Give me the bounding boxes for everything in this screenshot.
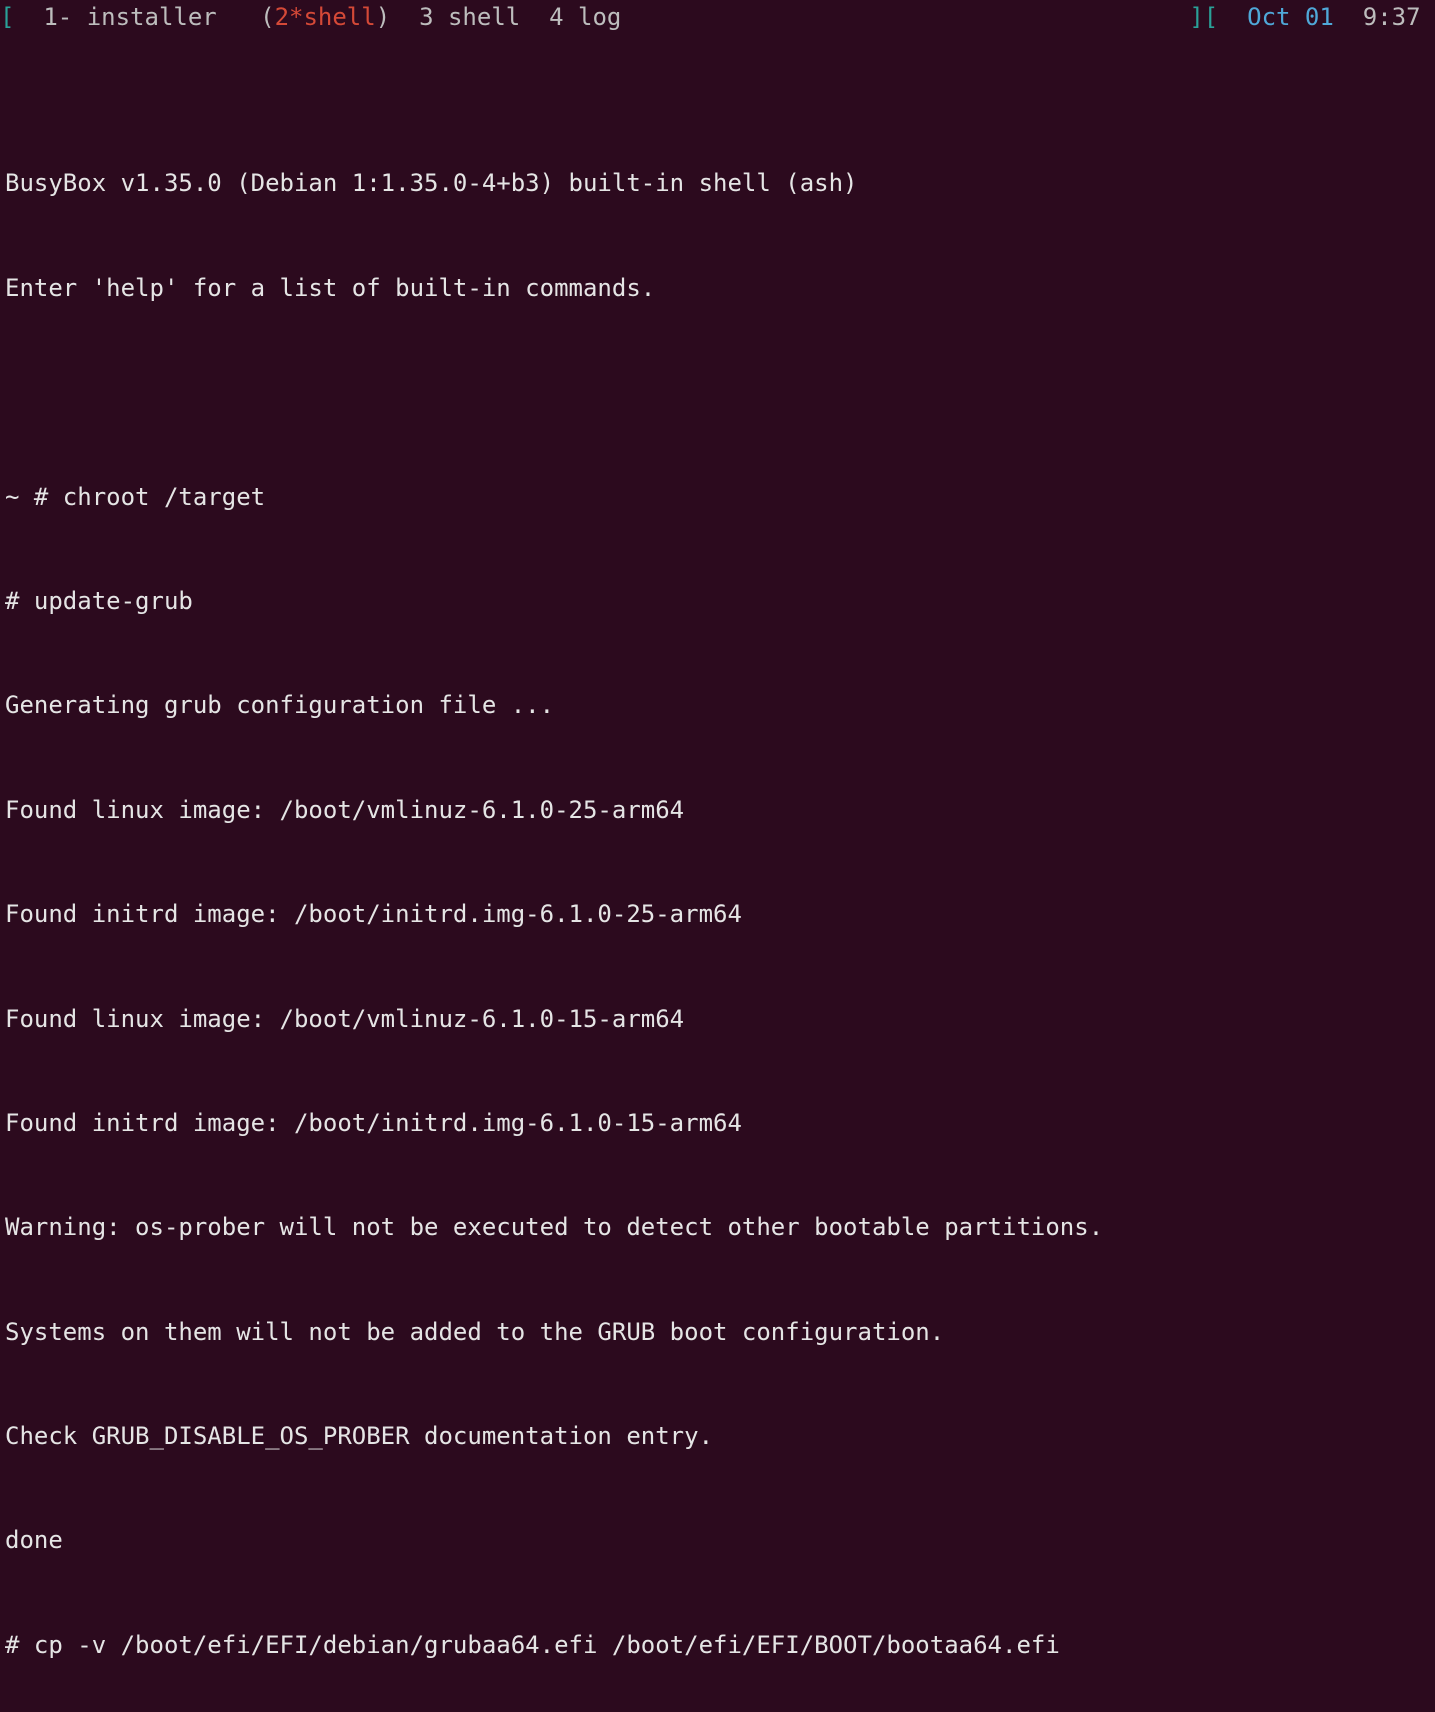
terminal-line: Found initrd image: /boot/initrd.img-6.1… <box>5 897 1430 932</box>
tab-shell-active-open: ( <box>231 0 274 35</box>
terminal-line <box>5 375 1430 410</box>
terminal-line: Enter 'help' for a list of built-in comm… <box>5 271 1430 306</box>
terminal-line: BusyBox v1.35.0 (Debian 1:1.35.0-4+b3) b… <box>5 166 1430 201</box>
terminal-line: Generating grub configuration file ... <box>5 688 1430 723</box>
terminal-line: Check GRUB_DISABLE_OS_PROBER documentati… <box>5 1419 1430 1454</box>
terminal-line: Found initrd image: /boot/initrd.img-6.1… <box>5 1106 1430 1141</box>
tab-log[interactable]: 4 log <box>535 0 622 35</box>
bracket-open: [ <box>0 0 29 35</box>
terminal-line: ~ # chroot /target <box>5 480 1430 515</box>
tab-installer[interactable]: 1- installer <box>29 0 231 35</box>
bracket-right: ][ <box>1189 0 1232 35</box>
tab-shell-active-close: ) <box>376 0 390 35</box>
tab-shell[interactable]: 3 shell <box>390 0 535 35</box>
terminal-output[interactable]: BusyBox v1.35.0 (Debian 1:1.35.0-4+b3) b… <box>0 97 1435 1712</box>
terminal-line: Found linux image: /boot/vmlinuz-6.1.0-2… <box>5 793 1430 828</box>
terminal-line: Systems on them will not be added to the… <box>5 1315 1430 1350</box>
terminal-line: Found linux image: /boot/vmlinuz-6.1.0-1… <box>5 1002 1430 1037</box>
status-bar: [ 1- installer ( 2*shell ) 3 shell 4 log… <box>0 0 1435 35</box>
status-bar-clock: ][ Oct 01 9:37 <box>1189 0 1435 35</box>
status-date: Oct 01 <box>1233 0 1334 35</box>
terminal-line: Warning: os-prober will not be executed … <box>5 1210 1430 1245</box>
status-time: 9:37 <box>1334 0 1435 35</box>
status-bar-tabs: [ 1- installer ( 2*shell ) 3 shell 4 log <box>0 0 621 35</box>
terminal-line: # cp -v /boot/efi/EFI/debian/grubaa64.ef… <box>5 1628 1430 1663</box>
terminal-line: done <box>5 1523 1430 1558</box>
terminal-line: # update-grub <box>5 584 1430 619</box>
tab-shell-active[interactable]: 2*shell <box>275 0 376 35</box>
